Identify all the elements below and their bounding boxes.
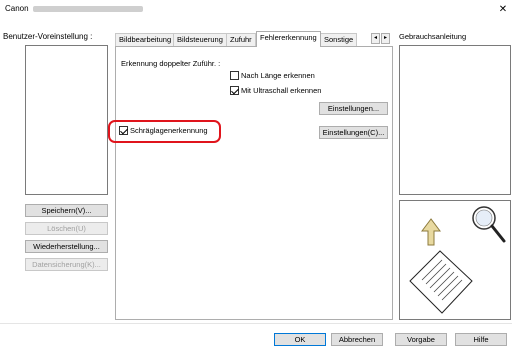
save-button[interactable]: Speichern(V)...	[25, 204, 108, 217]
document-icon	[409, 250, 473, 314]
ultrasonic-label: Mit Ultraschall erkennen	[241, 86, 322, 95]
skew-detection-checkbox[interactable]	[119, 126, 128, 135]
skew-detection-checkbox-row[interactable]: Schräglagenerkennung	[119, 126, 208, 135]
title-bar: Canon ✕	[0, 0, 512, 20]
user-setting-label: Benutzer-Voreinstellung :	[3, 32, 93, 41]
delete-button[interactable]: Löschen(U)	[25, 222, 108, 235]
double-feed-label: Erkennung doppelter Zuführ. :	[121, 59, 221, 68]
skew-settings-button[interactable]: Einstellungen(C)...	[319, 126, 388, 139]
tab-error-detection[interactable]: Fehlererkennung	[256, 31, 321, 47]
detect-by-length-label: Nach Länge erkennen	[241, 71, 315, 80]
help-button[interactable]: Hilfe	[455, 333, 507, 346]
ultrasonic-checkbox[interactable]	[230, 86, 239, 95]
detect-by-length-checkbox[interactable]	[230, 71, 239, 80]
close-icon[interactable]: ✕	[494, 2, 512, 18]
skew-detection-label: Schräglagenerkennung	[130, 126, 208, 135]
up-arrow-icon	[421, 218, 441, 246]
footer-separator	[0, 323, 512, 324]
tab-feed[interactable]: Zufuhr	[226, 33, 256, 46]
default-button[interactable]: Vorgabe	[395, 333, 447, 346]
window-title: Canon	[5, 4, 143, 13]
double-feed-settings-button[interactable]: Einstellungen...	[319, 102, 388, 115]
manual-label: Gebrauchsanleitung	[399, 32, 467, 41]
tab-scroll-right-icon[interactable]: ▸	[381, 33, 390, 44]
ultrasonic-checkbox-row[interactable]: Mit Ultraschall erkennen	[230, 86, 321, 95]
ok-button[interactable]: OK	[274, 333, 326, 346]
manual-list[interactable]	[399, 45, 511, 195]
magnifier-icon	[472, 206, 506, 243]
user-setting-list[interactable]	[25, 45, 108, 195]
tab-image-control[interactable]: Bildsteuerung	[173, 33, 227, 46]
backup-button[interactable]: Datensicherung(K)...	[25, 258, 108, 271]
window-title-text: Canon	[5, 4, 29, 13]
tab-image-processing[interactable]: Bildbearbeitung	[115, 33, 176, 46]
detect-by-length-checkbox-row[interactable]: Nach Länge erkennen	[230, 71, 315, 80]
tab-other[interactable]: Sonstige	[320, 33, 358, 46]
illustration-panel	[399, 200, 511, 320]
cancel-button[interactable]: Abbrechen	[331, 333, 383, 346]
tab-scroll-left-icon[interactable]: ◂	[371, 33, 380, 44]
window-title-redacted	[32, 5, 143, 12]
illustration-svg	[409, 206, 506, 314]
restore-button[interactable]: Wiederherstellung...	[25, 240, 108, 253]
